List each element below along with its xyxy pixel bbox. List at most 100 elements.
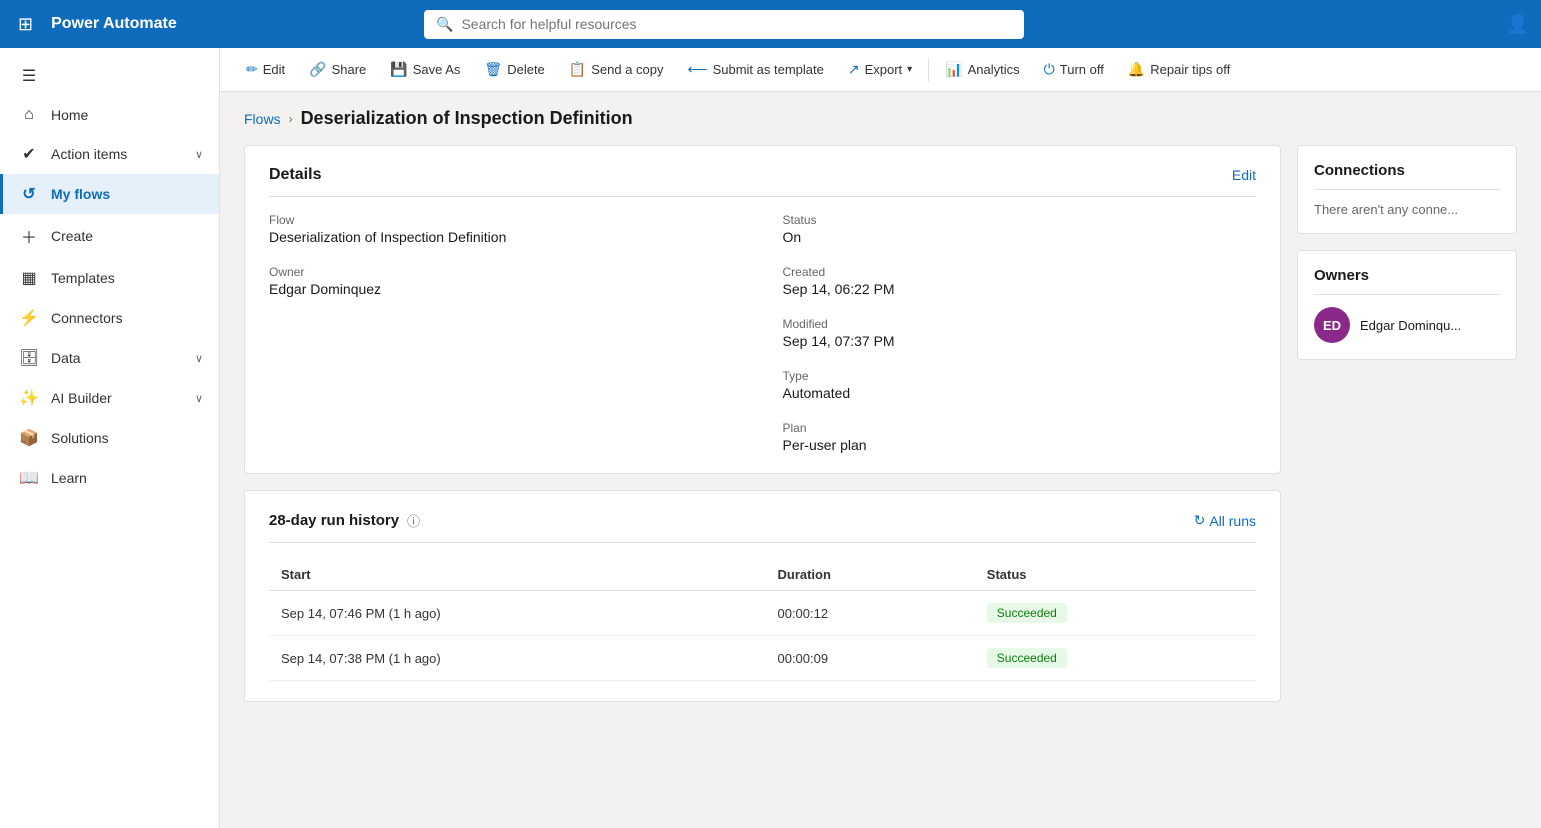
run-history-title: 28-day run history xyxy=(269,512,399,529)
flow-label: Flow xyxy=(269,213,743,227)
delete-button[interactable]: 🗑 Delete xyxy=(474,55,554,84)
home-icon: ⌂ xyxy=(19,106,39,124)
run-start: Sep 14, 07:38 PM (1 h ago) xyxy=(269,636,765,681)
search-input[interactable] xyxy=(461,16,1012,32)
turn-off-icon: ⏻ xyxy=(1044,61,1055,78)
toolbar: ✏ Edit 🔗 Share 💾 Save As 🗑 Delete 📋 Send… xyxy=(220,48,1541,92)
sidebar: ☰ ⌂ Home ✔ Action items ∨ ↺ My flows ＋ C… xyxy=(0,48,220,828)
owner-item: ED Edgar Dominqu... xyxy=(1314,307,1500,343)
owner-field: Owner Edgar Dominquez xyxy=(269,265,743,297)
sidebar-item-solutions-label: Solutions xyxy=(51,430,109,446)
owner-label: Owner xyxy=(269,265,743,279)
sidebar-item-ai-builder[interactable]: ✨ AI Builder ∨ xyxy=(0,378,219,418)
sidebar-item-action-items-label: Action items xyxy=(51,146,127,162)
analytics-button[interactable]: 📊 Analytics xyxy=(935,55,1029,84)
modified-label: Modified xyxy=(783,317,1257,331)
export-icon: ↗ xyxy=(848,61,860,78)
run-history-header: 28-day run history ⓘ ↻ All runs xyxy=(269,511,1256,543)
col-status: Status xyxy=(975,559,1256,591)
sidebar-item-connectors-label: Connectors xyxy=(51,310,123,326)
sidebar-item-action-items[interactable]: ✔ Action items ∨ xyxy=(0,134,219,174)
plan-field: Plan Per-user plan xyxy=(783,421,1257,453)
waffle-icon[interactable]: ⊞ xyxy=(12,8,39,41)
right-panel: Connections There aren't any conne... Ow… xyxy=(1297,145,1517,812)
sidebar-item-learn[interactable]: 📖 Learn xyxy=(0,458,219,498)
owners-card: Owners ED Edgar Dominqu... xyxy=(1297,250,1517,360)
learn-icon: 📖 xyxy=(19,468,39,488)
sidebar-item-home[interactable]: ⌂ Home xyxy=(0,96,219,134)
modified-field: Modified Sep 14, 07:37 PM xyxy=(783,317,1257,349)
all-runs-link[interactable]: ↻ All runs xyxy=(1194,512,1256,529)
turn-off-button[interactable]: ⏻ Turn off xyxy=(1034,55,1114,84)
status-label: Status xyxy=(783,213,1257,227)
plan-label: Plan xyxy=(783,421,1257,435)
run-history-table: Start Duration Status Sep 14, 07:46 PM (… xyxy=(269,559,1256,681)
run-status: Succeeded xyxy=(975,591,1256,636)
breadcrumb-parent[interactable]: Flows xyxy=(244,111,281,127)
details-grid: Flow Deserialization of Inspection Defin… xyxy=(269,213,1256,453)
export-button[interactable]: ↗ Export ▾ xyxy=(838,55,922,84)
save-as-button[interactable]: 💾 Save As xyxy=(380,55,470,84)
sidebar-item-learn-label: Learn xyxy=(51,470,87,486)
connections-title: Connections xyxy=(1314,162,1500,190)
table-row[interactable]: Sep 14, 07:38 PM (1 h ago) 00:00:09 Succ… xyxy=(269,636,1256,681)
info-icon[interactable]: ⓘ xyxy=(407,511,420,530)
details-edit-link[interactable]: Edit xyxy=(1232,167,1256,183)
share-button[interactable]: 🔗 Share xyxy=(299,55,376,84)
connections-empty: There aren't any conne... xyxy=(1314,202,1500,217)
submit-template-button[interactable]: ⟵ Submit as template xyxy=(678,55,834,84)
type-label: Type xyxy=(783,369,1257,383)
ai-builder-icon: ✨ xyxy=(19,388,39,408)
sidebar-item-create[interactable]: ＋ Create xyxy=(0,214,219,258)
brand-name: Power Automate xyxy=(51,15,177,33)
owner-value: Edgar Dominquez xyxy=(269,281,743,297)
plan-value: Per-user plan xyxy=(783,437,1257,453)
connectors-icon: ⚡ xyxy=(19,308,39,328)
data-icon: 🗄 xyxy=(19,348,39,368)
main-panel: Details Edit Flow Deserialization of Ins… xyxy=(244,145,1281,812)
sidebar-item-create-label: Create xyxy=(51,228,93,244)
sidebar-item-my-flows-label: My flows xyxy=(51,186,110,202)
edit-button[interactable]: ✏ Edit xyxy=(236,55,295,84)
refresh-icon: ↻ xyxy=(1194,512,1206,529)
sidebar-item-templates-label: Templates xyxy=(51,270,115,286)
sidebar-item-connectors[interactable]: ⚡ Connectors xyxy=(0,298,219,338)
analytics-icon: 📊 xyxy=(945,61,962,78)
created-field: Created Sep 14, 06:22 PM xyxy=(783,265,1257,297)
flow-field: Flow Deserialization of Inspection Defin… xyxy=(269,213,743,245)
submit-template-icon: ⟵ xyxy=(688,61,708,78)
search-icon: 🔍 xyxy=(436,16,453,33)
toolbar-divider xyxy=(928,58,929,82)
repair-tips-button[interactable]: 🔔 Repair tips off xyxy=(1118,55,1240,84)
my-flows-icon: ↺ xyxy=(19,184,39,204)
sidebar-item-data-label: Data xyxy=(51,350,81,366)
connections-card: Connections There aren't any conne... xyxy=(1297,145,1517,234)
details-card-header: Details Edit xyxy=(269,166,1256,197)
sidebar-collapse[interactable]: ☰ xyxy=(0,56,219,96)
page-content: Details Edit Flow Deserialization of Ins… xyxy=(220,129,1541,828)
action-items-chevron: ∨ xyxy=(195,148,203,161)
table-row[interactable]: Sep 14, 07:46 PM (1 h ago) 00:00:12 Succ… xyxy=(269,591,1256,636)
owners-title: Owners xyxy=(1314,267,1500,295)
sidebar-item-solutions[interactable]: 📦 Solutions xyxy=(0,418,219,458)
type-value: Automated xyxy=(783,385,1257,401)
status-field: Status On xyxy=(783,213,1257,245)
breadcrumb: Flows › Deserialization of Inspection De… xyxy=(220,92,1541,129)
share-icon: 🔗 xyxy=(309,61,326,78)
created-label: Created xyxy=(783,265,1257,279)
sidebar-item-my-flows[interactable]: ↺ My flows xyxy=(0,174,219,214)
col-start: Start xyxy=(269,559,765,591)
edit-icon: ✏ xyxy=(246,61,258,78)
sidebar-item-templates[interactable]: ▦ Templates xyxy=(0,258,219,298)
flow-value: Deserialization of Inspection Definition xyxy=(269,229,743,245)
send-copy-button[interactable]: 📋 Send a copy xyxy=(559,55,674,84)
solutions-icon: 📦 xyxy=(19,428,39,448)
save-as-icon: 💾 xyxy=(390,61,407,78)
hamburger-icon: ☰ xyxy=(19,66,39,86)
content-area: ✏ Edit 🔗 Share 💾 Save As 🗑 Delete 📋 Send… xyxy=(220,48,1541,828)
sidebar-item-data[interactable]: 🗄 Data ∨ xyxy=(0,338,219,378)
run-duration: 00:00:09 xyxy=(765,636,974,681)
user-icon[interactable]: 👤 xyxy=(1507,14,1529,35)
export-chevron: ▾ xyxy=(907,64,912,75)
col-duration: Duration xyxy=(765,559,974,591)
